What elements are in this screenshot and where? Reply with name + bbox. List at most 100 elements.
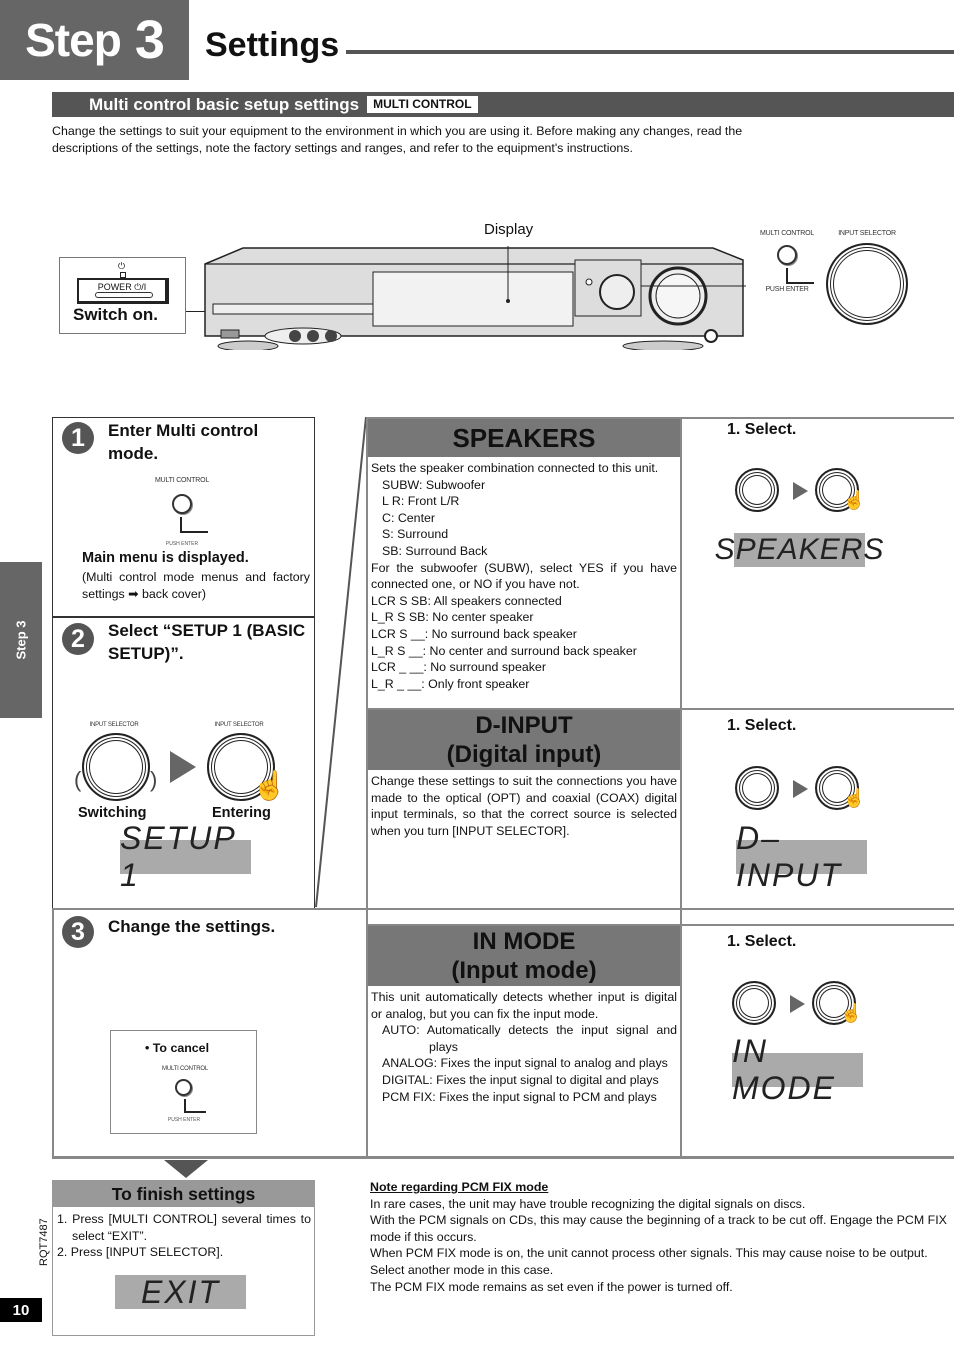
d-input-heading: D-INPUT (Digital input) bbox=[368, 710, 680, 770]
description-line: LCR _ __: No surround speaker bbox=[371, 660, 546, 675]
input-selector-switching[interactable] bbox=[82, 733, 150, 801]
arrow-down-icon bbox=[164, 1160, 208, 1178]
power-button[interactable]: POWER ⏻/I bbox=[77, 278, 169, 304]
push-enter-marker bbox=[786, 268, 814, 284]
in-mode-subtitle: (Input mode) bbox=[451, 957, 597, 984]
multi-control-button[interactable] bbox=[175, 1079, 192, 1096]
multi-control-label: MULTI CONTROL bbox=[759, 230, 815, 237]
multi-control-callout: MULTI CONTROL PUSH ENTER bbox=[757, 230, 817, 293]
switching-label: Switching bbox=[78, 805, 147, 821]
multi-control-button[interactable] bbox=[172, 494, 192, 514]
finish-step-1: 1. Press [MULTI CONTROL] several times t… bbox=[57, 1212, 311, 1243]
rotate-right-icon: ) bbox=[150, 767, 158, 792]
power-label: POWER ⏻/I bbox=[97, 282, 147, 292]
speakers-heading: SPEAKERS bbox=[368, 419, 680, 457]
description-line: LCR S SB: All speakers connected bbox=[371, 593, 562, 608]
title-rule bbox=[346, 50, 954, 54]
description-line: AUTO: Automatically detects the input si… bbox=[382, 1023, 677, 1054]
description-line: For the subwoofer (SUBW), select YES if … bbox=[371, 560, 677, 592]
description-line: DIGITAL: Fixes the input signal to digit… bbox=[382, 1072, 659, 1087]
in-mode-select-label: 1. Select. bbox=[727, 933, 797, 950]
intro-text: Change the settings to suit your equipme… bbox=[52, 124, 743, 155]
speakers-description: Sets the speaker combination connected t… bbox=[368, 458, 680, 694]
standby-icon: ⏻ bbox=[118, 261, 126, 271]
switch-on-callout: ⏻ POWER ⏻/I Switch on. bbox=[59, 257, 186, 334]
rotate-left-icon: ( bbox=[74, 767, 82, 792]
in-mode-description: This unit automatically detects whether … bbox=[368, 987, 680, 1107]
speakers-select-label: 1. Select. bbox=[727, 421, 797, 438]
pressing-hand-icon: ☝ bbox=[252, 770, 287, 801]
lcd-display-in-mode: IN MODE bbox=[732, 1033, 863, 1106]
cancel-box: • To cancel MULTI CONTROL PUSH ENTER bbox=[110, 1030, 257, 1134]
description-line: This unit automatically detects whether … bbox=[371, 990, 677, 1021]
step-2-heading: Select “SETUP 1 (BASIC SETUP)”. bbox=[108, 621, 306, 663]
main-menu-displayed: Main menu is displayed. bbox=[82, 550, 249, 566]
page-number: 10 bbox=[0, 1298, 42, 1322]
switch-on-label: Switch on. bbox=[73, 305, 158, 324]
note-paragraph: With the PCM signals on CDs, this may ca… bbox=[370, 1213, 947, 1244]
connector-line bbox=[315, 416, 367, 908]
description-line: LCR S __: No surround back speaker bbox=[371, 626, 577, 641]
description-line: S: Surround bbox=[382, 527, 449, 542]
step-1-heading: Enter Multi control mode. bbox=[108, 421, 259, 463]
side-tab: Step 3 bbox=[0, 562, 42, 718]
description-line: SB: Surround Back bbox=[382, 543, 488, 558]
note-paragraph: The PCM FIX mode remains as set even if … bbox=[370, 1279, 733, 1294]
multi-control-label: MULTI CONTROL bbox=[154, 477, 210, 484]
step-3-heading: Change the settings. bbox=[108, 917, 276, 936]
finish-steps: 1. Press [MULTI CONTROL] several times t… bbox=[53, 1207, 314, 1261]
input-selector-switching[interactable] bbox=[732, 981, 776, 1025]
d-input-description: Change these settings to suit the connec… bbox=[368, 771, 680, 841]
step-number: 3 bbox=[134, 10, 165, 70]
push-enter-label: PUSH ENTER bbox=[165, 541, 199, 547]
finish-settings-box: To finish settings 1. Press [MULTI CONTR… bbox=[52, 1180, 315, 1336]
step-2: 2 Select “SETUP 1 (BASIC SETUP)”. INPUT … bbox=[52, 617, 315, 909]
arrow-right-icon bbox=[170, 751, 196, 783]
step-3-badge: 3 bbox=[62, 916, 94, 948]
description-line: Sets the speaker combination connected t… bbox=[371, 461, 659, 475]
push-enter-label: PUSH ENTER bbox=[167, 1117, 201, 1123]
input-selector-switching[interactable] bbox=[735, 766, 779, 810]
arrow-right-icon bbox=[793, 780, 808, 798]
lcd-display-exit: EXIT bbox=[115, 1274, 246, 1310]
section-header: Multi control basic setup settings MULTI… bbox=[52, 92, 954, 117]
note-paragraph: When PCM FIX mode is on, the unit cannot… bbox=[370, 1246, 928, 1277]
note-paragraph: In rare cases, the unit may have trouble… bbox=[370, 1196, 806, 1211]
description-line: ANALOG: Fixes the input signal to analog… bbox=[382, 1056, 668, 1071]
selector-label: INPUT SELECTOR bbox=[89, 722, 139, 728]
input-selector-knob[interactable] bbox=[826, 243, 908, 325]
step-1: 1 Enter Multi control mode. MULTI CONTRO… bbox=[52, 417, 315, 617]
description-line: L_R S SB: No center speaker bbox=[371, 610, 534, 625]
step-badge: Step 3 bbox=[0, 0, 189, 80]
model-code: RQT7487 bbox=[38, 1218, 50, 1266]
step-2-badge: 2 bbox=[62, 623, 94, 655]
description-line: L_R S __: No center and surround back sp… bbox=[371, 643, 637, 658]
description-line: SUBW: Subwoofer bbox=[382, 477, 486, 492]
step-3: 3 Change the settings. • To cancel MULTI… bbox=[52, 910, 315, 1158]
page-title: Settings bbox=[205, 26, 340, 64]
push-enter-marker bbox=[184, 1099, 206, 1113]
in-mode-heading: IN MODE (Input mode) bbox=[368, 926, 680, 986]
cancel-label: • To cancel bbox=[145, 1041, 210, 1055]
finish-heading: To finish settings bbox=[53, 1181, 314, 1207]
multi-control-label: MULTI CONTROL bbox=[162, 1066, 208, 1072]
finish-step-2: 2. Press [INPUT SELECTOR]. bbox=[57, 1245, 224, 1260]
settings-mid-rule bbox=[680, 417, 682, 1159]
selector-label: INPUT SELECTOR bbox=[214, 722, 264, 728]
push-enter-marker bbox=[180, 517, 208, 533]
multi-control-button[interactable] bbox=[777, 245, 797, 265]
d-input-select-label: 1. Select. bbox=[727, 717, 797, 734]
step-1-note: (Multi control mode menus and factory se… bbox=[82, 570, 310, 601]
input-selector-switching[interactable] bbox=[735, 468, 779, 512]
description-line: L R: Front L/R bbox=[382, 494, 460, 509]
arrow-right-icon bbox=[793, 482, 808, 500]
description-line: PCM FIX: Fixes the input signal to PCM a… bbox=[382, 1089, 657, 1104]
description-line: L_R _ __: Only front speaker bbox=[371, 676, 530, 691]
pressing-hand-icon: ☝ bbox=[843, 490, 866, 510]
section-title: Multi control basic setup settings bbox=[89, 94, 360, 114]
d-input-title: D-INPUT bbox=[475, 712, 573, 739]
pressing-hand-icon: ☝ bbox=[843, 788, 866, 808]
push-enter-label: PUSH ENTER bbox=[765, 286, 809, 293]
in-mode-title: IN MODE bbox=[472, 928, 576, 955]
display-label: Display bbox=[484, 221, 534, 238]
